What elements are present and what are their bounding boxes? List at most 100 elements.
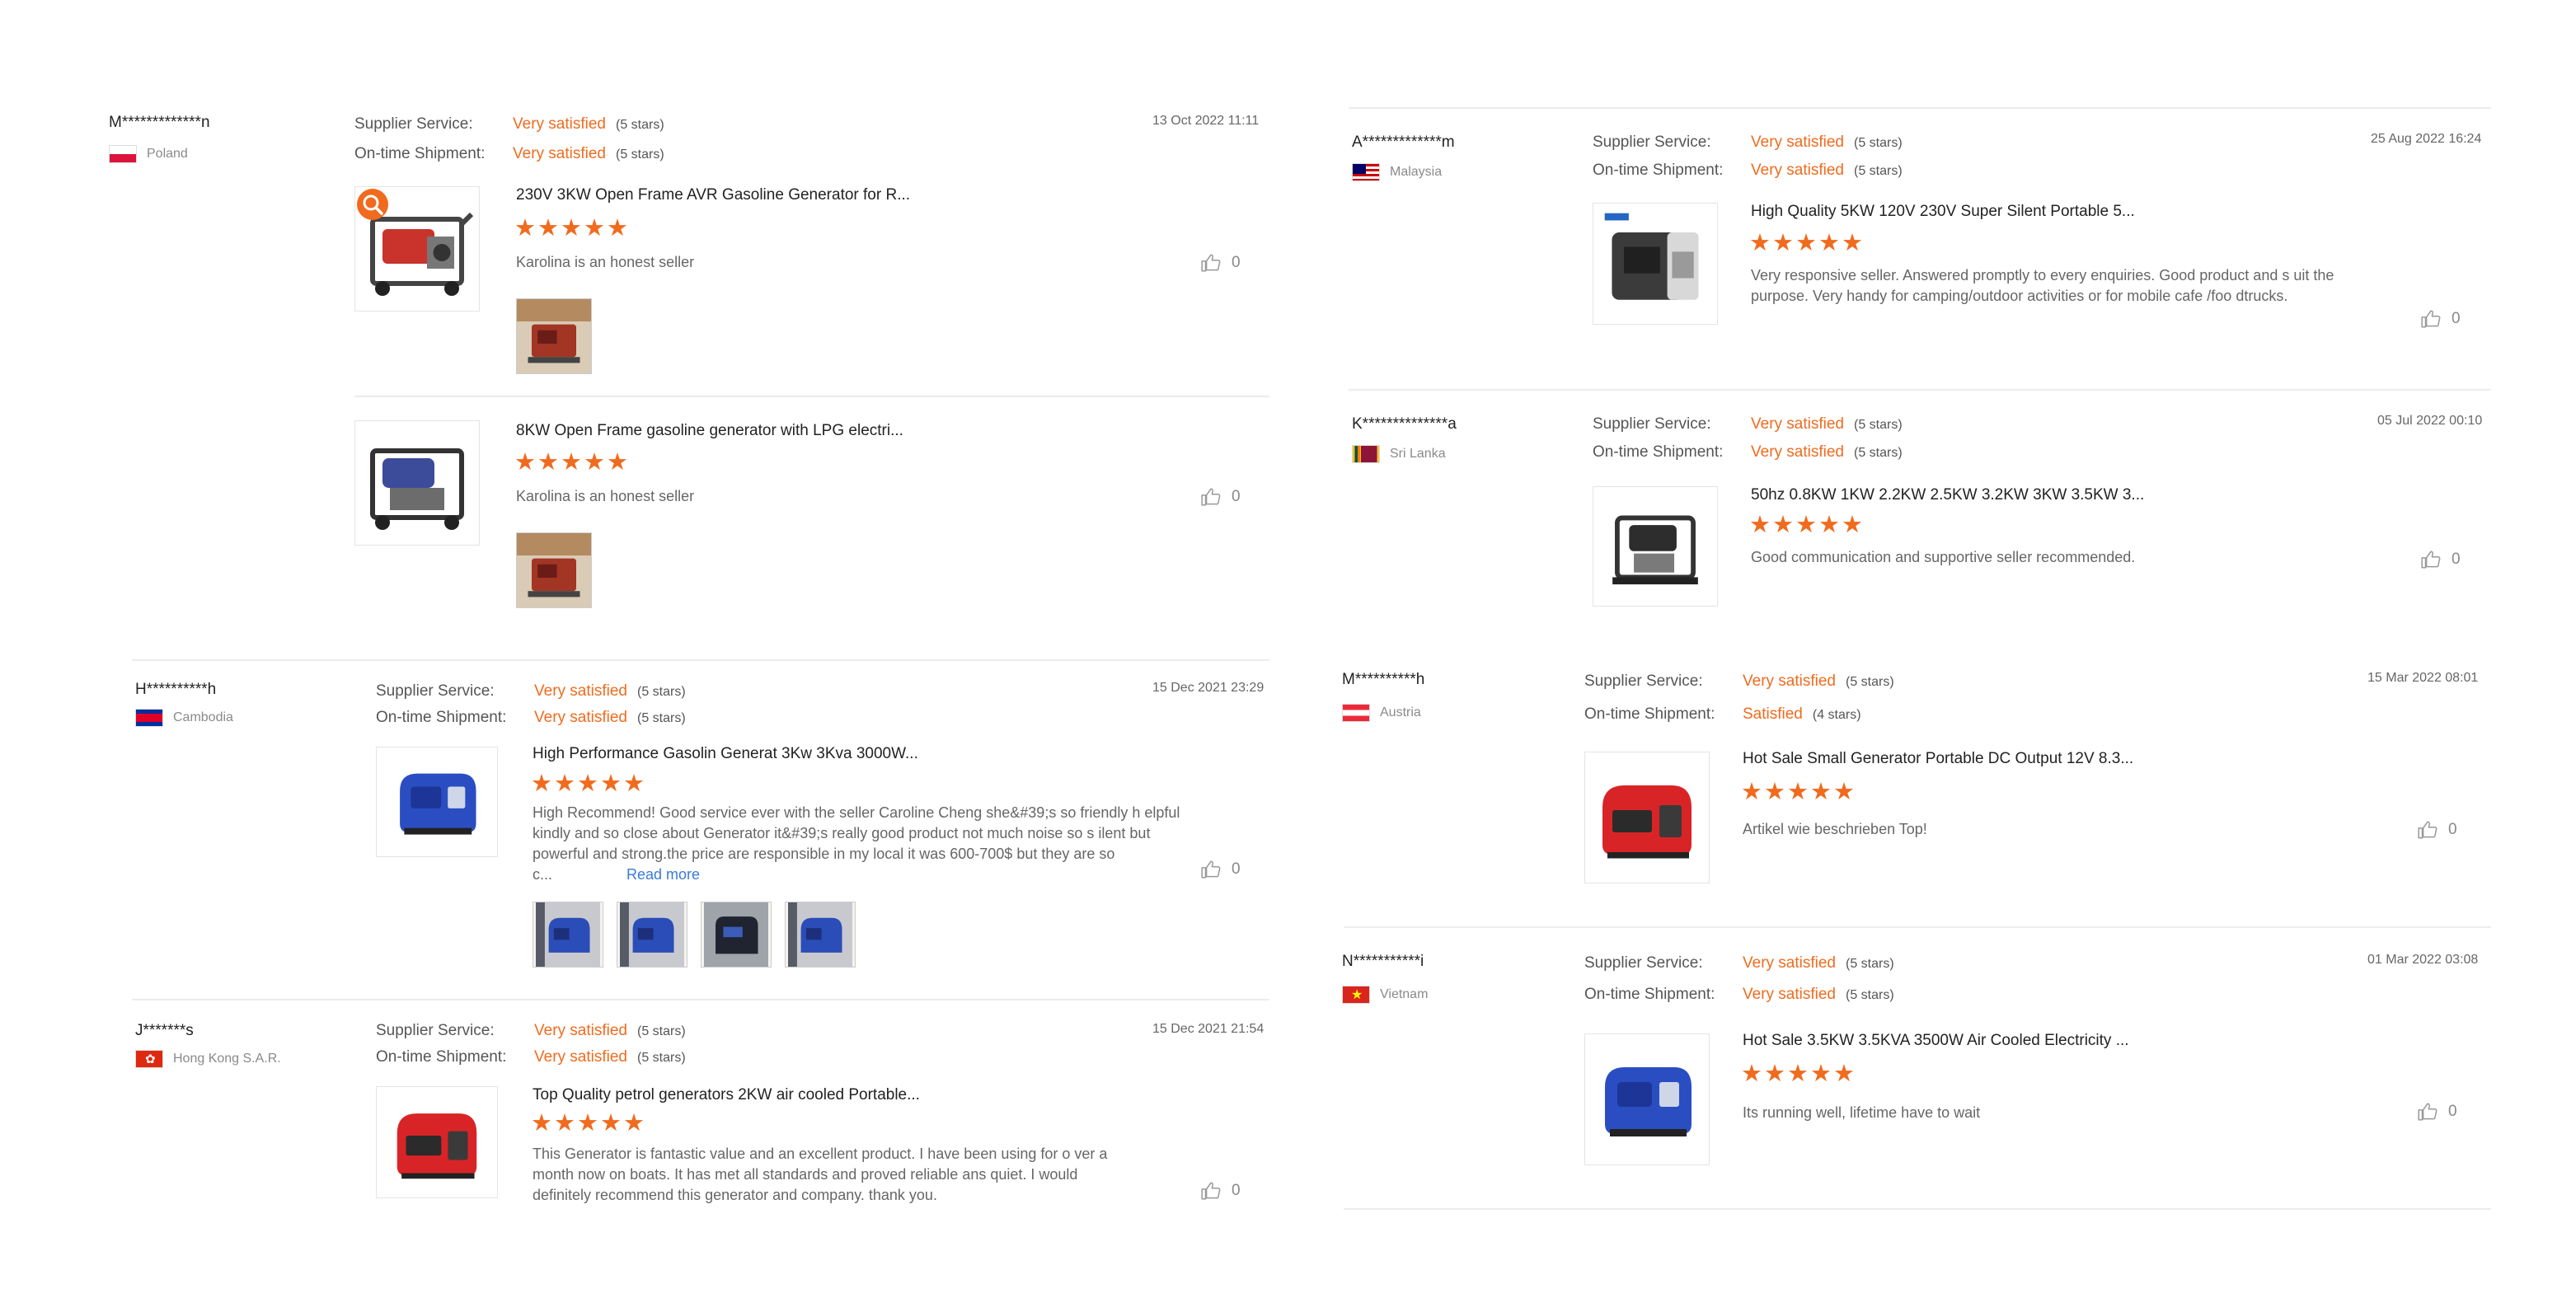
product-star-rating: ★★★★★: [1749, 230, 1865, 256]
supplier-service-stars: (5 stars): [1846, 675, 1894, 689]
review-text: Artikel wie beschrieben Top!: [1743, 821, 1927, 837]
review-date: 05 Jul 2022 00:10: [2377, 414, 2483, 428]
country-label: Malaysia: [1390, 165, 1443, 179]
thumbs-up-icon: [2420, 549, 2442, 570]
supplier-service-value: Very satisfied: [534, 1022, 627, 1039]
review-date: 13 Oct 2022 11:11: [1152, 114, 1260, 128]
like-count: 0: [2452, 551, 2461, 568]
supplier-service-value: Very satisfied: [1751, 134, 1844, 151]
review-photo[interactable]: [617, 902, 687, 968]
product-title[interactable]: Hot Sale Small Generator Portable DC Out…: [1743, 750, 2133, 768]
product-image[interactable]: [1593, 486, 1718, 607]
product-title[interactable]: 230V 3KW Open Frame AVR Gasoline Generat…: [516, 186, 910, 204]
review-photo[interactable]: [701, 902, 772, 968]
review-photos: [516, 532, 592, 608]
flag-hong-kong-icon: ✿: [135, 1050, 163, 1068]
review-photo[interactable]: [533, 902, 603, 968]
supplier-service-value: Very satisfied: [1743, 672, 1836, 690]
country-label: Austria: [1380, 705, 1421, 719]
like-count: 0: [2448, 821, 2457, 838]
like-button[interactable]: 0: [1200, 252, 1241, 274]
reviewer-name: M**********h: [1342, 671, 1425, 688]
product-star-rating: ★★★★★: [1749, 512, 1865, 538]
supplier-service-rating: Supplier Service: Very satisfied (5 stars): [354, 115, 664, 134]
supplier-service-rating: Supplier Service: Very satisfied (5 stars): [376, 1022, 686, 1040]
product-star-rating: ★★★★★: [531, 771, 646, 797]
reviewer-country: Poland: [109, 145, 188, 163]
review-text: Karolina is an honest seller: [516, 488, 695, 504]
magnifier-icon[interactable]: [356, 188, 389, 221]
product-title[interactable]: 50hz 0.8KW 1KW 2.2KW 2.5KW 3.2KW 3KW 3.5…: [1751, 486, 2144, 504]
product-title[interactable]: 8KW Open Frame gasoline generator with L…: [516, 422, 903, 440]
ontime-shipment-rating: On-time Shipment: Very satisfied (5 stars): [1584, 986, 1894, 1004]
thumbs-up-icon: [2417, 1101, 2438, 1122]
like-count: 0: [2448, 1103, 2457, 1120]
ontime-shipment-stars: (5 stars): [1846, 988, 1894, 1002]
country-label: Vietnam: [1380, 987, 1429, 1001]
divider: [1349, 389, 2491, 391]
product-star-rating: ★★★★★: [1741, 779, 1856, 805]
supplier-service-label: Supplier Service:: [1593, 415, 1711, 433]
product-title[interactable]: High Quality 5KW 120V 230V Super Silent …: [1751, 203, 2135, 221]
product-star-rating: ★★★★★: [531, 1110, 646, 1136]
like-button[interactable]: 0: [2417, 819, 2457, 841]
review-date: 25 Aug 2022 16:24: [2371, 132, 2482, 146]
read-more-link[interactable]: Read more: [626, 866, 700, 883]
review-photo[interactable]: [516, 298, 592, 374]
supplier-service-stars: (5 stars): [1854, 418, 1903, 432]
thumbs-up-icon: [1200, 1180, 1222, 1202]
like-button[interactable]: 0: [2420, 549, 2461, 570]
product-title[interactable]: Top Quality petrol generators 2KW air co…: [533, 1086, 920, 1104]
reviewer-country: ★ Vietnam: [1342, 986, 1428, 1004]
thumbs-up-icon: [2417, 819, 2438, 841]
thumbs-up-icon: [2420, 308, 2442, 330]
supplier-service-label: Supplier Service:: [1584, 954, 1703, 972]
review-photo[interactable]: [516, 532, 592, 608]
like-button[interactable]: 0: [1200, 486, 1241, 508]
product-title[interactable]: High Performance Gasolin Generat 3Kw 3Kv…: [533, 745, 918, 763]
reviewer-name: M*************n: [109, 114, 210, 131]
product-image[interactable]: [354, 420, 480, 546]
divider: [1344, 1208, 2491, 1210]
review-photos: [516, 298, 592, 374]
product-image[interactable]: [1593, 203, 1718, 325]
product-image[interactable]: [1584, 1033, 1710, 1165]
divider: [1349, 107, 2491, 109]
ontime-shipment-rating: On-time Shipment: Very satisfied (5 stars): [376, 1048, 686, 1066]
thumbs-up-icon: [1200, 486, 1222, 508]
divider: [132, 659, 1269, 661]
reviewer-country: Cambodia: [135, 709, 233, 727]
divider: [1344, 926, 2491, 928]
like-count: 0: [1232, 860, 1241, 878]
ontime-shipment-stars: (5 stars): [616, 148, 664, 162]
product-image[interactable]: [376, 1086, 498, 1198]
product-image[interactable]: [376, 747, 498, 857]
ontime-shipment-value: Very satisfied: [534, 709, 627, 726]
ontime-shipment-label: On-time Shipment:: [354, 145, 486, 162]
ontime-shipment-stars: (5 stars): [1854, 446, 1903, 460]
product-star-rating: ★★★★★: [1741, 1061, 1856, 1087]
ontime-shipment-stars: (5 stars): [637, 711, 686, 725]
like-button[interactable]: 0: [2417, 1101, 2457, 1122]
product-image[interactable]: [1584, 752, 1710, 883]
like-button[interactable]: 0: [2420, 308, 2461, 330]
product-title[interactable]: Hot Sale 3.5KW 3.5KVA 3500W Air Cooled E…: [1743, 1032, 2129, 1050]
review-photo[interactable]: [785, 902, 856, 968]
supplier-service-rating: Supplier Service: Very satisfied (5 stars): [1593, 134, 1903, 152]
ontime-shipment-rating: On-time Shipment: Very satisfied (5 stars): [1593, 162, 1903, 180]
ontime-shipment-rating: On-time Shipment: Very satisfied (5 stars): [376, 709, 686, 727]
like-button[interactable]: 0: [1200, 859, 1241, 880]
ontime-shipment-value: Satisfied: [1743, 705, 1803, 723]
supplier-service-value: Very satisfied: [513, 115, 606, 133]
product-star-rating: ★★★★★: [514, 215, 630, 241]
review-date: 15 Mar 2022 08:01: [2367, 671, 2479, 685]
like-button[interactable]: 0: [1200, 1180, 1241, 1202]
country-label: Hong Kong S.A.R.: [173, 1052, 281, 1066]
reviewer-country: ✿ Hong Kong S.A.R.: [135, 1050, 281, 1068]
supplier-service-label: Supplier Service:: [354, 115, 473, 133]
supplier-service-stars: (5 stars): [637, 1024, 686, 1038]
flag-poland-icon: [109, 145, 137, 163]
supplier-service-label: Supplier Service:: [376, 682, 495, 700]
ontime-shipment-label: On-time Shipment:: [1593, 162, 1724, 179]
review-photos: [533, 902, 856, 968]
